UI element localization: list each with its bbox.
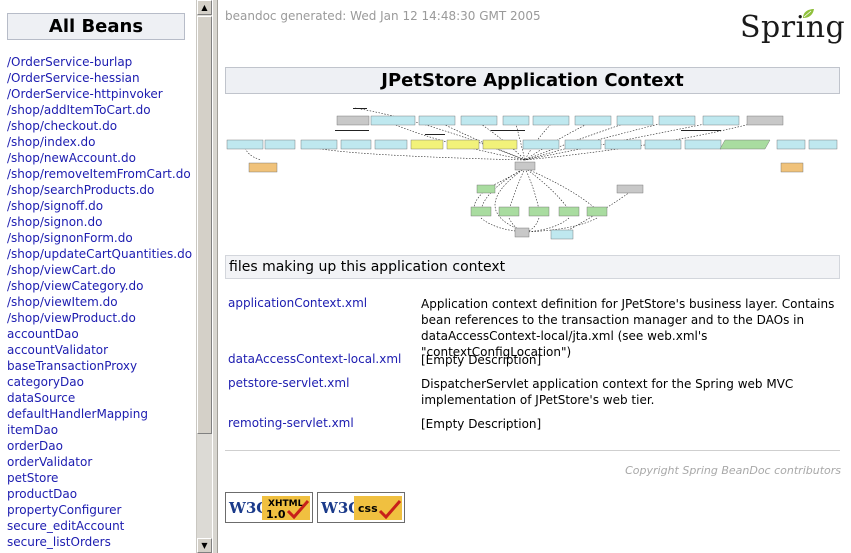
- bean-list-item: petStore: [7, 470, 192, 486]
- bean-index-frame: All Beans /OrderService-burlap/OrderServ…: [0, 0, 196, 553]
- bean-link[interactable]: /OrderService-httpinvoker: [7, 87, 163, 101]
- bean-link[interactable]: /shop/viewCart.do: [7, 263, 116, 277]
- bean-link[interactable]: secure_listOrders: [7, 535, 111, 549]
- bean-list-item: orderDao: [7, 438, 192, 454]
- bean-link[interactable]: itemDao: [7, 423, 58, 437]
- bean-link[interactable]: petStore: [7, 471, 58, 485]
- bean-list-item: orderValidator: [7, 454, 192, 470]
- bean-list-item: /OrderService-hessian: [7, 70, 192, 86]
- file-description: [Empty Description]: [421, 353, 542, 367]
- bean-link[interactable]: /shop/checkout.do: [7, 119, 117, 133]
- bean-list-item: /shop/viewCategory.do: [7, 278, 192, 294]
- bean-link[interactable]: orderValidator: [7, 455, 92, 469]
- bean-list-item: /shop/signoff.do: [7, 198, 192, 214]
- bean-link[interactable]: secure_editAccount: [7, 519, 124, 533]
- bean-link[interactable]: baseTransactionProxy: [7, 359, 137, 373]
- file-link-dataaccesscontext-local[interactable]: dataAccessContext-local.xml: [228, 352, 401, 366]
- bean-link[interactable]: /shop/newAccount.do: [7, 151, 136, 165]
- spring-logo: Spring: [740, 10, 846, 45]
- bean-link[interactable]: /shop/index.do: [7, 135, 96, 149]
- file-link-applicationcontext[interactable]: applicationContext.xml: [228, 296, 367, 310]
- divider-line: [225, 450, 840, 451]
- file-link-petstore-servlet[interactable]: petstore-servlet.xml: [228, 376, 349, 390]
- bean-link[interactable]: /shop/updateCartQuantities.do: [7, 247, 192, 261]
- bean-link[interactable]: /shop/searchProducts.do: [7, 183, 154, 197]
- bean-list-item: /shop/updateCartQuantities.do: [7, 246, 192, 262]
- file-description: [Empty Description]: [421, 417, 542, 431]
- bean-list-item: secure_editAccount: [7, 518, 192, 534]
- arrow-down-icon[interactable]: ▼: [197, 538, 212, 553]
- css-label: css: [358, 502, 378, 515]
- bean-list-item: /shop/addItemToCart.do: [7, 102, 192, 118]
- bean-dependency-graph[interactable]: [225, 100, 840, 245]
- bean-list-item: /shop/newAccount.do: [7, 150, 192, 166]
- file-description: Application context definition for JPetS…: [421, 297, 835, 359]
- bean-link[interactable]: accountDao: [7, 327, 79, 341]
- bean-link[interactable]: /shop/addItemToCart.do: [7, 103, 151, 117]
- files-section-heading: files making up this application context: [225, 255, 840, 279]
- bean-list-item: /shop/viewProduct.do: [7, 310, 192, 326]
- bean-list-item: defaultHandlerMapping: [7, 406, 192, 422]
- bean-link[interactable]: /shop/viewItem.do: [7, 295, 118, 309]
- generated-timestamp: beandoc generated: Wed Jan 12 14:48:30 G…: [225, 9, 541, 23]
- bean-list-item: /shop/viewCart.do: [7, 262, 192, 278]
- bean-list-item: /shop/signonForm.do: [7, 230, 192, 246]
- bean-list-item: productDao: [7, 486, 192, 502]
- w3c-css-badge[interactable]: W3C css: [317, 492, 405, 523]
- vertical-scrollbar[interactable]: ▲ ▼: [196, 0, 212, 553]
- bean-list-item: /shop/removeItemFromCart.do: [7, 166, 192, 182]
- scrollbar-thumb[interactable]: [197, 16, 212, 434]
- bean-list-item: baseTransactionProxy: [7, 358, 192, 374]
- bean-list-item: accountValidator: [7, 342, 192, 358]
- bean-link[interactable]: defaultHandlerMapping: [7, 407, 148, 421]
- content-frame: beandoc generated: Wed Jan 12 14:48:30 G…: [218, 0, 851, 553]
- bean-link[interactable]: /shop/signoff.do: [7, 199, 103, 213]
- bean-list-item: propertyConfigurer: [7, 502, 192, 518]
- w3c-xhtml-badge[interactable]: W3C XHTML 1.0: [225, 492, 313, 523]
- bean-list-item: dataSource: [7, 390, 192, 406]
- bean-list-item: /shop/checkout.do: [7, 118, 192, 134]
- file-link-remoting-servlet[interactable]: remoting-servlet.xml: [228, 416, 354, 430]
- bean-list-item: /OrderService-httpinvoker: [7, 86, 192, 102]
- bean-link[interactable]: /shop/signonForm.do: [7, 231, 133, 245]
- bean-link[interactable]: /OrderService-burlap: [7, 55, 132, 69]
- bean-link[interactable]: /shop/viewCategory.do: [7, 279, 143, 293]
- bean-list-item: secure_listOrders: [7, 534, 192, 550]
- bean-link[interactable]: accountValidator: [7, 343, 108, 357]
- page-title: JPetStore Application Context: [225, 67, 840, 94]
- bean-link[interactable]: orderDao: [7, 439, 63, 453]
- bean-link[interactable]: productDao: [7, 487, 77, 501]
- all-beans-heading: All Beans: [7, 13, 185, 40]
- bean-list: /OrderService-burlap/OrderService-hessia…: [7, 54, 192, 550]
- bean-link[interactable]: /shop/viewProduct.do: [7, 311, 136, 325]
- bean-list-item: itemDao: [7, 422, 192, 438]
- bean-list-item: accountDao: [7, 326, 192, 342]
- bean-list-item: categoryDao: [7, 374, 192, 390]
- bean-list-item: /shop/index.do: [7, 134, 192, 150]
- bean-link[interactable]: /shop/signon.do: [7, 215, 102, 229]
- xhtml-version: 1.0: [266, 508, 286, 521]
- bean-list-item: /shop/signon.do: [7, 214, 192, 230]
- bean-link[interactable]: /shop/removeItemFromCart.do: [7, 167, 191, 181]
- arrow-up-icon[interactable]: ▲: [197, 0, 212, 15]
- bean-link[interactable]: categoryDao: [7, 375, 84, 389]
- leaf-icon: [803, 9, 814, 18]
- file-description: DispatcherServlet application context fo…: [421, 377, 794, 407]
- copyright-notice: Copyright Spring BeanDoc contributors: [625, 464, 841, 477]
- bean-link[interactable]: /OrderService-hessian: [7, 71, 140, 85]
- bean-link[interactable]: dataSource: [7, 391, 75, 405]
- bean-link[interactable]: propertyConfigurer: [7, 503, 121, 517]
- bean-list-item: /shop/viewItem.do: [7, 294, 192, 310]
- bean-list-item: /OrderService-burlap: [7, 54, 192, 70]
- bean-list-item: /shop/searchProducts.do: [7, 182, 192, 198]
